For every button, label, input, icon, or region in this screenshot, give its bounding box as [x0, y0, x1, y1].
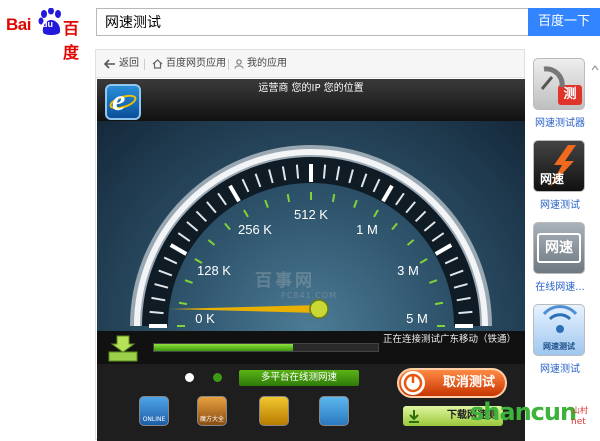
baidu-logo[interactable]: Bai du 百度: [6, 8, 92, 62]
sidebar-item-speed-test-2[interactable]: 网速测试 网速测试: [530, 304, 590, 375]
download-tray-icon: [108, 335, 138, 362]
gauge-label: 512 K: [294, 207, 328, 222]
nav-back[interactable]: 返回: [104, 50, 139, 78]
site-watermark-tag: 山村: [572, 406, 588, 415]
sidebar-item-speed-tester[interactable]: 测 网速测试器: [530, 58, 590, 129]
gauge-minor-tick: [331, 193, 336, 203]
gauge-tick: [458, 310, 473, 315]
sidebar-item-label: 网速测试: [540, 364, 580, 375]
gauge-label: 0 K: [195, 311, 215, 326]
sidebar-item-speed-test[interactable]: 网速 网速测试: [530, 140, 590, 211]
progress-bar: [153, 343, 379, 352]
nav-divider: [228, 59, 229, 70]
gauge-needle: [169, 305, 319, 313]
gauge-minor-tick: [434, 301, 444, 306]
speed-lightning-icon: 网速: [533, 140, 585, 192]
gauge-minor-tick: [373, 209, 379, 218]
site-watermark: shancun: [470, 398, 577, 426]
nav-web-apps[interactable]: 百度网页应用: [152, 50, 226, 78]
arrow-left-icon: [104, 59, 115, 69]
tile-text: 网速: [537, 233, 581, 263]
widget-info-text: 运营商 您的IP 您的位置: [258, 83, 364, 94]
tile-text: 网速测试: [543, 342, 575, 351]
sidebar-item-label: 网速测试器: [535, 118, 585, 129]
gauge-minor-tick: [406, 239, 415, 246]
download-arrow-icon: [409, 410, 419, 423]
logo-bai-text: Bai: [6, 15, 31, 34]
speed-gauge: 0 K 128 K 256 K 512 K 1 M 3 M 5 M 百事网 PC841.CO…: [97, 121, 525, 331]
gauge-minor-tick: [391, 222, 398, 231]
gauge-tick: [322, 164, 327, 179]
gauge-minor-tick: [207, 239, 216, 246]
wifi-signal-icon: 网速测试: [533, 304, 585, 356]
gauge-minor-tick: [286, 193, 291, 203]
watermark-url: PC841.COM: [281, 291, 338, 300]
cancel-test-button[interactable]: 取消测试: [397, 368, 507, 398]
gauge-minor-tick: [264, 199, 269, 208]
pager-dot-active[interactable]: [185, 373, 194, 382]
multi-platform-label: 多平台在线测网速: [239, 370, 359, 386]
sidebar-item-label: 网速测试: [540, 200, 580, 211]
gauge-pivot: [309, 299, 329, 319]
search-input[interactable]: 网速测试: [96, 8, 528, 36]
tile-text: 网速: [540, 172, 565, 186]
sidebar-item-label: 在线网速...: [535, 282, 585, 293]
logo-cn-text: 百度: [63, 19, 80, 62]
related-apps-sidebar: 测 网速测试器 网速 网速测试 网速 在线网速... 网速测试 网速测试: [530, 50, 600, 440]
satellite-dish-icon: 测: [533, 58, 585, 110]
gauge-minor-tick: [224, 222, 231, 231]
gauge-minor-tick: [178, 301, 188, 306]
scroll-up-arrow-icon[interactable]: [591, 64, 599, 72]
speed-test-widget: e 运营商 您的IP 您的位置 0 K 128 K 256 K 512 K1 M3 M…: [97, 79, 525, 441]
gauge-minor-tick: [243, 209, 249, 218]
top-bar: Bai du 百度 网速测试 百度一下: [0, 0, 600, 62]
home-icon: [152, 59, 163, 69]
online-speed-tile-icon: 网速: [533, 222, 585, 274]
progress-bar-fill: [154, 344, 293, 351]
logo-du-text: du: [42, 19, 53, 29]
site-watermark-net: net: [571, 417, 586, 427]
nav-my-apps-label: 我的应用: [247, 58, 287, 69]
gauge-tick: [149, 310, 164, 315]
watermark-text: 百事网: [255, 271, 315, 291]
gauge-label: 256 K: [238, 222, 272, 237]
gauge-minor-tick: [419, 258, 428, 264]
nav-divider: [144, 59, 145, 70]
gauge-tick: [295, 164, 300, 179]
nav-web-apps-label: 百度网页应用: [166, 58, 226, 69]
gauge-label: 1 M: [356, 222, 378, 237]
user-icon: [234, 59, 244, 69]
search-button[interactable]: 百度一下: [528, 8, 600, 36]
status-text: 正在连接测试广东移动（铁通）: [383, 334, 517, 345]
bottom-row: 多平台在线测网速 取消测试 下载网速测 ONLINE 魔方大全: [97, 364, 525, 441]
sidebar-item-online-speed[interactable]: 网速 在线网速...: [530, 222, 590, 293]
gauge-minor-tick: [184, 279, 193, 284]
gauge-minor-tick: [353, 199, 358, 208]
bluebook-app-icon[interactable]: ONLINE: [139, 396, 169, 426]
nav-back-label: 返回: [119, 58, 139, 69]
frog-app-icon[interactable]: [319, 396, 349, 426]
cube-app-icon[interactable]: 魔方大全: [197, 396, 227, 426]
progress-row: 正在连接测试广东移动（铁通）: [97, 331, 525, 364]
cancel-icon: [401, 371, 425, 395]
gauge-minor-tick: [429, 279, 438, 284]
nav-my-apps[interactable]: 我的应用: [234, 50, 287, 78]
cancel-test-label: 取消测试: [442, 375, 495, 390]
pager-dot[interactable]: [213, 373, 222, 382]
clock-app-icon[interactable]: [259, 396, 289, 426]
gauge-label: 128 K: [197, 263, 231, 278]
app-frame: 返回 百度网页应用 我的应用 e 运营商 您的IP 您的位置 0 K 128 K2…: [95, 49, 525, 441]
gauge-label: 3 M: [397, 263, 419, 278]
gauge-label: 5 M: [406, 311, 428, 326]
app-nav-bar: 返回 百度网页应用 我的应用: [96, 50, 524, 78]
